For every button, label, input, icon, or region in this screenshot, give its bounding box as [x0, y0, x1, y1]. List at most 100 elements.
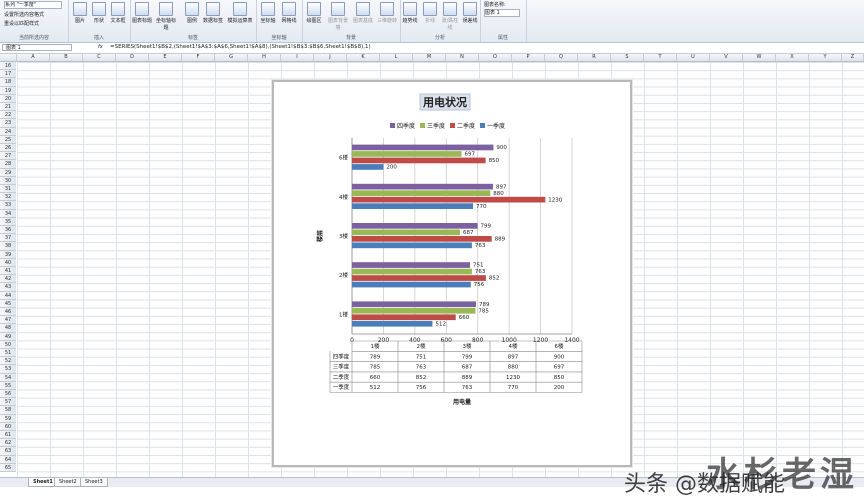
series-selector[interactable]: 系列 "一季度" [4, 1, 62, 9]
column-header-X[interactable]: X [776, 54, 809, 61]
row-header-16[interactable]: 16 [0, 62, 16, 71]
column-header-Y[interactable]: Y [809, 54, 842, 61]
column-header-N[interactable]: N [446, 54, 479, 61]
row-header-48[interactable]: 48 [0, 324, 16, 333]
column-header-R[interactable]: R [578, 54, 611, 61]
row-header-17[interactable]: 17 [0, 70, 16, 79]
column-header-A[interactable]: A [17, 54, 50, 61]
row-header-53[interactable]: 53 [0, 365, 16, 374]
row-header-34[interactable]: 34 [0, 209, 16, 218]
row-header-38[interactable]: 38 [0, 242, 16, 251]
column-header-Q[interactable]: Q [545, 54, 578, 61]
insert-textbox-button[interactable]: 文本框 [108, 2, 128, 24]
row-header-25[interactable]: 25 [0, 135, 16, 144]
row-header-41[interactable]: 41 [0, 267, 16, 276]
row-header-59[interactable]: 59 [0, 414, 16, 423]
row-header-60[interactable]: 60 [0, 422, 16, 431]
legend-button[interactable]: 图例 [182, 2, 202, 24]
column-header-W[interactable]: W [743, 54, 776, 61]
row-header-24[interactable]: 24 [0, 127, 16, 136]
row-header-28[interactable]: 28 [0, 160, 16, 169]
row-header-40[interactable]: 40 [0, 258, 16, 267]
row-header-57[interactable]: 57 [0, 398, 16, 407]
column-header-J[interactable]: J [314, 54, 347, 61]
column-header-C[interactable]: C [83, 54, 116, 61]
row-header-45[interactable]: 45 [0, 299, 16, 308]
chart-name-input[interactable]: 图表 1 [484, 9, 520, 17]
lines-button[interactable]: 折线 [420, 2, 440, 24]
data-labels-button[interactable]: 数据标签 [203, 2, 223, 24]
row-header-47[interactable]: 47 [0, 316, 16, 325]
row-header-49[interactable]: 49 [0, 332, 16, 341]
column-header-V[interactable]: V [710, 54, 743, 61]
column-header-T[interactable]: T [644, 54, 677, 61]
column-header-K[interactable]: K [347, 54, 380, 61]
data-table-button[interactable]: 模拟运算表 [226, 2, 254, 24]
error-bars-button[interactable]: 误差线 [460, 2, 480, 24]
column-header-S[interactable]: S [611, 54, 644, 61]
row-header-26[interactable]: 26 [0, 144, 16, 153]
row-header-21[interactable]: 21 [0, 103, 16, 112]
plot-area-button[interactable]: 绘图区 [304, 2, 324, 24]
row-header-51[interactable]: 51 [0, 349, 16, 358]
row-header-37[interactable]: 37 [0, 234, 16, 243]
row-header-19[interactable]: 19 [0, 86, 16, 95]
gridlines-button[interactable]: 网格线 [279, 2, 299, 24]
row-header-52[interactable]: 52 [0, 357, 16, 366]
name-box[interactable]: 图表 1 [2, 44, 72, 51]
row-header-35[interactable]: 35 [0, 217, 16, 226]
row-header-33[interactable]: 33 [0, 201, 16, 210]
row-header-29[interactable]: 29 [0, 168, 16, 177]
row-header-32[interactable]: 32 [0, 193, 16, 202]
row-header-58[interactable]: 58 [0, 406, 16, 415]
row-header-44[interactable]: 44 [0, 291, 16, 300]
row-header-65[interactable]: 65 [0, 463, 16, 472]
row-header-27[interactable]: 27 [0, 152, 16, 161]
column-header-L[interactable]: L [380, 54, 413, 61]
column-header-I[interactable]: I [281, 54, 314, 61]
column-header-H[interactable]: H [248, 54, 281, 61]
insert-picture-button[interactable]: 图片 [70, 2, 90, 24]
trendline-button[interactable]: 趋势线 [400, 2, 420, 24]
formula-input[interactable]: =SERIES(Sheet1!$B$2,(Sheet1!$A$3:$A$6,Sh… [110, 44, 371, 50]
row-header-30[interactable]: 30 [0, 176, 16, 185]
row-header-62[interactable]: 62 [0, 439, 16, 448]
column-header-Z[interactable]: Z [842, 54, 864, 61]
row-header-31[interactable]: 31 [0, 185, 16, 194]
bar-chart[interactable]: 用电状况四季度 三季度 二季度 一季度0 200 400 600 800 1000 1200 140… [274, 82, 630, 465]
row-header-55[interactable]: 55 [0, 381, 16, 390]
reset-style-button[interactable]: 重设以匹配样式 [4, 20, 39, 27]
row-header-43[interactable]: 43 [0, 283, 16, 292]
column-header-E[interactable]: E [149, 54, 182, 61]
chart-wall-button[interactable]: 图表背景墙 [326, 2, 350, 31]
row-header-50[interactable]: 50 [0, 340, 16, 349]
column-header-U[interactable]: U [677, 54, 710, 61]
row-header-42[interactable]: 42 [0, 275, 16, 284]
axes-button[interactable]: 坐标轴 [258, 2, 278, 24]
fx-icon[interactable]: fx [98, 44, 103, 50]
axis-title-button[interactable]: 坐标轴标题 [154, 2, 178, 31]
row-header-36[interactable]: 36 [0, 226, 16, 235]
column-header-O[interactable]: O [479, 54, 512, 61]
row-header-56[interactable]: 56 [0, 390, 16, 399]
row-header-23[interactable]: 23 [0, 119, 16, 128]
insert-shape-button[interactable]: 形状 [89, 2, 109, 24]
row-header-39[interactable]: 39 [0, 250, 16, 259]
row-header-18[interactable]: 18 [0, 78, 16, 87]
chart-floor-button[interactable]: 图表基底 [352, 2, 374, 24]
row-header-54[interactable]: 54 [0, 373, 16, 382]
row-header-46[interactable]: 46 [0, 308, 16, 317]
chart-object[interactable]: 用电状况 四季度 三季度 二季度 一季度 0 200 400 600 800 1000 1200 140… [272, 80, 632, 467]
row-header-61[interactable]: 61 [0, 431, 16, 440]
row-header-64[interactable]: 64 [0, 455, 16, 464]
column-header-F[interactable]: F [182, 54, 215, 61]
3d-rotation-button[interactable]: 三维旋转 [376, 2, 398, 24]
up-down-bars-button[interactable]: 涨/跌柱线 [440, 2, 460, 31]
row-header-63[interactable]: 63 [0, 447, 16, 456]
column-header-B[interactable]: B [50, 54, 83, 61]
row-header-20[interactable]: 20 [0, 94, 16, 103]
column-header-G[interactable]: G [215, 54, 248, 61]
select-all-corner[interactable] [0, 54, 17, 61]
column-header-P[interactable]: P [512, 54, 545, 61]
column-header-M[interactable]: M [413, 54, 446, 61]
